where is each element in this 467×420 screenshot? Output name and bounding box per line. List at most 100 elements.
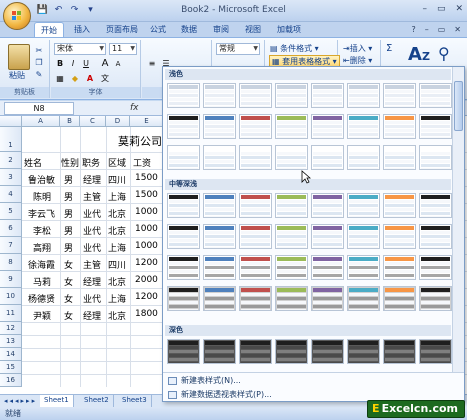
table-style-swatch[interactable] — [419, 339, 452, 364]
table-style-swatch[interactable] — [311, 114, 344, 139]
table-cell[interactable]: 男 — [64, 224, 73, 237]
table-style-swatch[interactable] — [311, 255, 344, 280]
table-style-swatch[interactable] — [203, 114, 236, 139]
table-cell[interactable]: 上海 — [108, 190, 126, 203]
table-style-swatch[interactable] — [239, 286, 272, 311]
table-style-swatch[interactable] — [275, 114, 308, 139]
autosum-button[interactable]: Σ — [386, 43, 392, 54]
table-style-swatch[interactable] — [383, 145, 416, 170]
sort-filter-icon[interactable]: AZ — [408, 44, 430, 65]
ribbon-restore-button[interactable]: ▭ — [438, 25, 446, 34]
table-style-swatch[interactable] — [275, 193, 308, 218]
ribbon-minimize-button[interactable]: – — [425, 25, 429, 34]
column-header-a[interactable]: A — [22, 116, 60, 127]
table-cell[interactable]: 经理 — [83, 173, 101, 186]
table-cell[interactable]: 北京 — [108, 207, 126, 220]
table-cell[interactable]: 女 — [64, 292, 73, 305]
table-style-swatch[interactable] — [167, 193, 200, 218]
table-cell[interactable]: 高翔 — [33, 241, 51, 254]
table-cell[interactable]: 北京 — [108, 275, 126, 288]
table-cell[interactable]: 上海 — [108, 241, 126, 254]
row-header[interactable]: 4 — [0, 186, 22, 203]
table-cell[interactable]: 1000 — [135, 207, 158, 217]
table-style-swatch[interactable] — [239, 255, 272, 280]
table-style-swatch[interactable] — [383, 255, 416, 280]
table-cell[interactable]: 四川 — [108, 258, 126, 271]
table-cell[interactable]: 1500 — [135, 173, 158, 183]
table-cell[interactable]: 经理 — [83, 309, 101, 322]
format-painter-icon[interactable]: ✎ — [33, 70, 45, 80]
table-cell[interactable]: 业代 — [83, 207, 101, 220]
paste-label[interactable]: 粘贴 — [9, 70, 25, 81]
table-style-swatch[interactable] — [347, 255, 380, 280]
row-header[interactable]: 13 — [0, 335, 22, 348]
tab-home[interactable]: 开始 — [34, 22, 64, 37]
number-format-combo[interactable]: 常规 ▼ — [216, 43, 260, 55]
scrollbar-thumb[interactable] — [454, 81, 463, 131]
table-style-swatch[interactable] — [383, 224, 416, 249]
tab-insert[interactable]: 插入 — [74, 24, 90, 35]
table-cell[interactable]: 1000 — [135, 224, 158, 234]
help-icon[interactable]: ? — [411, 25, 415, 34]
sheet-tab-sheet3[interactable]: Sheet3 — [118, 395, 152, 407]
table-cell[interactable]: 男 — [64, 241, 73, 254]
row-header[interactable]: 10 — [0, 288, 22, 305]
tab-formulas[interactable]: 公式 — [150, 24, 166, 35]
table-cell[interactable]: 男 — [64, 207, 73, 220]
table-style-swatch[interactable] — [419, 286, 452, 311]
table-header-cell[interactable]: 区域 — [108, 156, 126, 169]
table-cell[interactable]: 主管 — [83, 190, 101, 203]
sheet-tab-sheet1[interactable]: Sheet1 — [40, 395, 74, 407]
table-style-swatch[interactable] — [311, 193, 344, 218]
column-header-c[interactable]: C — [80, 116, 106, 127]
table-style-swatch[interactable] — [419, 145, 452, 170]
bold-button[interactable]: B — [54, 58, 66, 70]
row-header[interactable]: 2 — [0, 152, 22, 169]
table-cell[interactable]: 女 — [64, 258, 73, 271]
table-style-swatch[interactable] — [419, 83, 452, 108]
table-cell[interactable]: 1200 — [135, 292, 158, 302]
table-style-swatch[interactable] — [311, 286, 344, 311]
font-color-icon[interactable]: A — [84, 73, 96, 85]
paste-icon[interactable] — [8, 44, 30, 70]
table-style-swatch[interactable] — [203, 145, 236, 170]
font-size-combo[interactable]: 11 ▼ — [109, 43, 137, 55]
border-icon[interactable]: ▦ — [54, 73, 66, 85]
table-style-swatch[interactable] — [311, 339, 344, 364]
row-header[interactable]: 16 — [0, 374, 22, 387]
table-style-swatch[interactable] — [311, 145, 344, 170]
column-header-b[interactable]: B — [60, 116, 80, 127]
grow-font-button[interactable]: A — [99, 58, 111, 70]
table-style-swatch[interactable] — [275, 83, 308, 108]
select-all-corner[interactable] — [0, 116, 22, 127]
table-style-swatch[interactable] — [239, 114, 272, 139]
table-style-swatch[interactable] — [347, 224, 380, 249]
table-cell[interactable]: 女 — [64, 275, 73, 288]
italic-button[interactable]: I — [67, 58, 79, 70]
table-style-swatch[interactable] — [275, 145, 308, 170]
shrink-font-button[interactable]: A — [112, 58, 124, 70]
tab-page-layout[interactable]: 页面布局 — [106, 24, 138, 35]
row-header[interactable]: 8 — [0, 254, 22, 271]
close-button[interactable]: ✕ — [455, 4, 463, 14]
table-cell[interactable]: 马莉 — [33, 275, 51, 288]
table-style-swatch[interactable] — [275, 339, 308, 364]
table-cell[interactable]: 鲁治敏 — [28, 173, 55, 186]
sheet-title-cell[interactable]: 莫莉公司 — [118, 133, 162, 149]
tab-review[interactable]: 审阅 — [213, 24, 229, 35]
name-box[interactable]: N8 — [4, 102, 74, 115]
row-header[interactable]: 14 — [0, 348, 22, 361]
table-style-swatch[interactable] — [167, 255, 200, 280]
cut-icon[interactable]: ✂ — [33, 46, 45, 56]
sheet-nav-arrows-icon[interactable]: ◂◂◂▸▸▸ — [4, 397, 37, 405]
table-cell[interactable]: 徐海霞 — [28, 258, 55, 271]
ribbon-close-button[interactable]: ✕ — [454, 25, 461, 34]
table-style-swatch[interactable] — [275, 224, 308, 249]
table-style-swatch[interactable] — [311, 83, 344, 108]
table-header-cell[interactable]: 性别 — [61, 156, 79, 169]
table-cell[interactable]: 业代 — [83, 241, 101, 254]
table-style-swatch[interactable] — [167, 286, 200, 311]
conditional-format-button[interactable]: ▤ 条件格式 ▾ — [270, 43, 319, 54]
office-button[interactable] — [3, 2, 31, 30]
underline-button[interactable]: U — [80, 58, 92, 70]
